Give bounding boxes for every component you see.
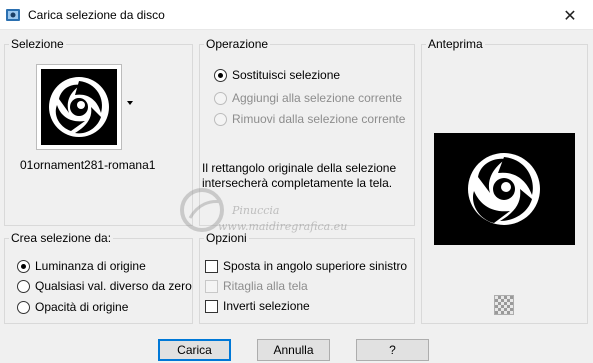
operazione-label: Operazione — [204, 37, 271, 51]
checkbox-ritaglia[interactable]: Ritaglia alla tela — [205, 278, 308, 294]
crea-selezione-label: Crea selezione da: — [9, 231, 114, 245]
radio-button[interactable] — [17, 279, 30, 293]
radio-opacita[interactable]: Opacità di origine — [17, 299, 128, 315]
preview-image — [468, 153, 540, 225]
radio-label: Rimuovi dalla selezione corrente — [232, 112, 406, 126]
radio-qualsiasi[interactable]: Qualsiasi val. diverso da zero — [17, 278, 192, 294]
checkbox-label: Inverti selezione — [223, 299, 310, 313]
radio-label: Luminanza di origine — [35, 259, 146, 273]
close-icon[interactable]: ✕ — [547, 0, 593, 30]
radio-label: Opacità di origine — [35, 300, 129, 314]
radio-aggiungi[interactable]: Aggiungi alla selezione corrente — [214, 90, 402, 106]
ornament-thumbnail-image — [49, 77, 109, 137]
selection-disk-icon — [5, 7, 21, 23]
radio-button[interactable] — [17, 300, 30, 314]
radio-rimuovi[interactable]: Rimuovi dalla selezione corrente — [214, 111, 405, 127]
checkbox-inverti[interactable]: Inverti selezione — [205, 298, 310, 314]
operation-info-text: Il rettangolo originale della selezione … — [202, 161, 397, 190]
radio-button[interactable] — [214, 112, 227, 126]
annulla-button[interactable]: Annulla — [257, 339, 330, 361]
window-title: Carica selezione da disco — [28, 8, 165, 22]
radio-sostituisci[interactable]: Sostituisci selezione — [214, 67, 340, 83]
opzioni-label: Opzioni — [204, 231, 249, 245]
selezione-label: Selezione — [9, 37, 66, 51]
radio-luminanza[interactable]: Luminanza di origine — [17, 258, 146, 274]
selection-thumbnail[interactable] — [36, 64, 122, 150]
checkbox-sposta[interactable]: Sposta in angolo superiore sinistro — [205, 258, 407, 274]
checkerboard-icon[interactable] — [494, 295, 514, 315]
title-bar: Carica selezione da disco ✕ — [0, 0, 593, 30]
checkbox-label: Sposta in angolo superiore sinistro — [223, 259, 408, 273]
help-button[interactable]: ? — [356, 339, 429, 361]
radio-button[interactable] — [214, 68, 227, 82]
carica-button[interactable]: Carica — [158, 339, 231, 361]
checkbox[interactable] — [205, 299, 218, 313]
checkbox-label: Ritaglia alla tela — [223, 279, 308, 293]
radio-label: Qualsiasi val. diverso da zero — [35, 279, 192, 293]
selection-file-name: 01ornament281-romana1 — [20, 158, 156, 172]
checkbox[interactable] — [205, 259, 218, 273]
preview-area — [434, 133, 575, 245]
chevron-down-icon[interactable] — [127, 101, 133, 105]
anteprima-label: Anteprima — [426, 37, 485, 51]
radio-button[interactable] — [17, 259, 30, 273]
checkbox[interactable] — [205, 279, 218, 293]
radio-button[interactable] — [214, 91, 227, 105]
radio-label: Aggiungi alla selezione corrente — [232, 91, 403, 105]
radio-label: Sostituisci selezione — [232, 68, 341, 82]
